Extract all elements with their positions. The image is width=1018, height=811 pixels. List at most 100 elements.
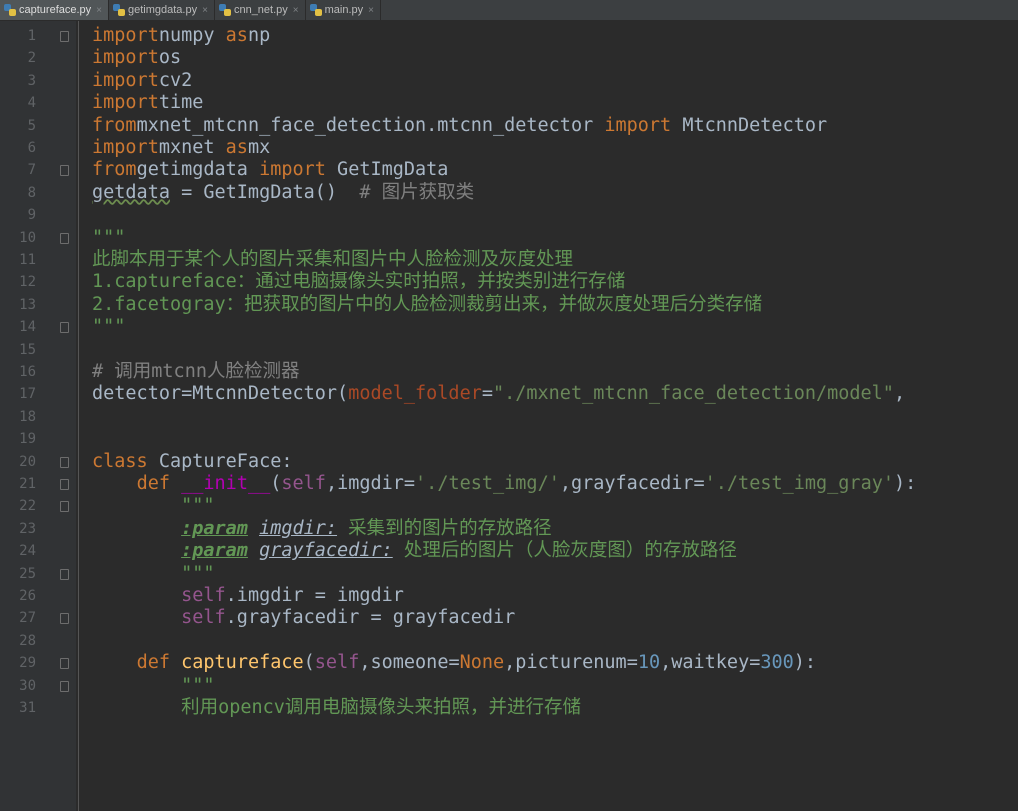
line-number: 11 xyxy=(19,252,36,268)
code-token: MtcnnDetector xyxy=(671,114,828,136)
code-token: :param xyxy=(181,540,248,562)
code-line[interactable]: 22 """ xyxy=(0,495,1018,517)
code-text: importos xyxy=(92,47,181,69)
code-line[interactable]: 8 getdata = GetImgData() # 图片获取类 xyxy=(0,182,1018,204)
code-line[interactable]: 2 importos xyxy=(0,47,1018,69)
code-line[interactable]: 28 xyxy=(0,630,1018,652)
code-token: from xyxy=(92,114,137,136)
code-line[interactable]: 12 1.captureface：通过电脑摄像头实时拍照，并按类别进行存储 xyxy=(0,271,1018,293)
code-token: np xyxy=(247,25,271,46)
code-text: importmxnet asmx xyxy=(92,137,270,159)
code-line[interactable]: 10 """ xyxy=(0,227,1018,249)
code-line[interactable]: 23 :param imgdir: 采集到的图片的存放路径 xyxy=(0,518,1018,540)
tab-main[interactable]: main.py × xyxy=(306,0,381,20)
close-icon[interactable]: × xyxy=(96,5,102,16)
code-token: as xyxy=(225,137,248,158)
code-token: ,waitkey= xyxy=(660,652,761,674)
code-line[interactable]: 14 """ xyxy=(0,316,1018,338)
code-token: 利用opencv调用电脑摄像头来拍照，并进行存储 xyxy=(181,697,581,718)
code-line[interactable]: 26 self.imgdir = imgdir xyxy=(0,585,1018,607)
code-text: """ xyxy=(92,227,125,249)
fold-marker-icon[interactable] xyxy=(60,680,69,692)
code-line[interactable]: 5 frommxnet_mtcnn_face_detection.mtcnn_de… xyxy=(0,115,1018,137)
code-line[interactable]: 3 importcv2 xyxy=(0,70,1018,92)
line-number: 26 xyxy=(19,588,36,604)
tab-label: main.py xyxy=(324,4,364,16)
tab-cnn-net[interactable]: cnn_net.py × xyxy=(215,0,306,20)
fold-marker-icon[interactable] xyxy=(60,568,69,580)
code-line[interactable]: 30 """ xyxy=(0,675,1018,697)
fold-marker-icon[interactable] xyxy=(60,613,69,625)
code-line[interactable]: 29 def captureface(self,someone=None,pic… xyxy=(0,652,1018,674)
editor-tab-bar: captureface.py × getimgdata.py × cnn_net… xyxy=(0,0,1018,21)
tab-getimgdata[interactable]: getimgdata.py × xyxy=(109,0,215,20)
python-file-icon xyxy=(218,4,231,16)
fold-marker-icon[interactable] xyxy=(60,232,69,244)
code-line[interactable]: 31 利用opencv调用电脑摄像头来拍照，并进行存储 xyxy=(0,697,1018,719)
line-number: 25 xyxy=(19,565,36,582)
code-token: time xyxy=(158,92,204,114)
code-editor[interactable]: 1 importnumpy asnp 2 importos 3 importcv2 4 imp… xyxy=(0,21,1018,811)
code-token: .grayfacedir = grayfacedir xyxy=(225,607,516,629)
code-token: ,grayfacedir= xyxy=(559,473,705,494)
code-line[interactable]: 19 xyxy=(0,428,1018,450)
code-token: from xyxy=(92,159,137,181)
code-line[interactable]: 16 # 调用mtcnn人脸检测器 xyxy=(0,361,1018,383)
line-number: 15 xyxy=(19,341,36,358)
code-line[interactable]: 25 """ xyxy=(0,563,1018,585)
line-number: 27 xyxy=(19,610,36,627)
code-token: import xyxy=(92,25,159,46)
code-token: """ xyxy=(181,562,215,584)
code-text: 1.captureface：通过电脑摄像头实时拍照，并按类别进行存储 xyxy=(92,271,625,293)
fold-marker-icon[interactable] xyxy=(60,31,69,42)
fold-marker-icon[interactable] xyxy=(60,165,69,177)
line-number: 4 xyxy=(27,95,36,112)
code-line[interactable]: 13 2.facetogray：把获取的图片中的人脸检测裁剪出来，并做灰度处理后分… xyxy=(0,294,1018,316)
line-number: 28 xyxy=(19,632,36,649)
python-file-icon xyxy=(309,4,322,16)
python-file-icon xyxy=(4,4,16,16)
tab-captureface[interactable]: captureface.py × xyxy=(0,0,109,20)
code-line[interactable]: 4 importtime xyxy=(0,92,1018,114)
fold-marker-icon[interactable] xyxy=(60,456,69,468)
fold-marker-icon[interactable] xyxy=(60,479,69,490)
code-line[interactable]: 27 self.grayfacedir = grayfacedir xyxy=(0,607,1018,629)
line-number: 9 xyxy=(27,207,36,224)
code-line[interactable]: 11 此脚本用于某个人的图片采集和图片中人脸检测及灰度处理 xyxy=(0,249,1018,271)
fold-marker-icon[interactable] xyxy=(60,501,69,513)
code-line[interactable]: 18 xyxy=(0,406,1018,428)
close-icon[interactable]: × xyxy=(202,5,208,16)
code-line[interactable]: 20 class CaptureFace: xyxy=(0,451,1018,473)
code-token: def xyxy=(136,652,170,674)
code-line[interactable]: 9 xyxy=(0,204,1018,226)
code-text: """ xyxy=(92,495,214,517)
code-line[interactable]: 7 fromgetimgdata import GetImgData xyxy=(0,159,1018,181)
code-token: mxnet xyxy=(158,137,226,158)
fold-marker-icon[interactable] xyxy=(60,322,69,334)
code-line[interactable]: 21 def __init__(self,imgdir='./test_img/… xyxy=(0,473,1018,495)
fold-marker-icon[interactable] xyxy=(60,658,69,670)
code-token: './test_img/' xyxy=(415,473,560,494)
tab-label: getimgdata.py xyxy=(128,4,198,16)
code-line[interactable]: 15 xyxy=(0,339,1018,361)
code-line[interactable]: 24 :param grayfacedir: 处理后的图片（人脸灰度图）的存放路… xyxy=(0,540,1018,562)
code-text: 利用opencv调用电脑摄像头来拍照，并进行存储 xyxy=(92,697,581,719)
code-text: fromgetimgdata import GetImgData xyxy=(92,159,448,181)
line-number: 13 xyxy=(19,296,36,313)
code-line[interactable]: 17 detector=MtcnnDetector(model_folder=".… xyxy=(0,383,1018,405)
code-text: self.grayfacedir = grayfacedir xyxy=(92,607,515,629)
code-line[interactable]: 6 importmxnet asmx xyxy=(0,137,1018,159)
close-icon[interactable]: × xyxy=(293,5,299,16)
code-token: 此脚本用于某个人的图片采集和图片中人脸检测及灰度处理 xyxy=(92,249,574,270)
code-line[interactable]: 1 importnumpy asnp xyxy=(0,25,1018,47)
code-token: getimgdata xyxy=(136,159,260,181)
code-token: = xyxy=(481,383,493,405)
close-icon[interactable]: × xyxy=(368,5,374,16)
code-token: grayfacedir: xyxy=(259,540,393,562)
